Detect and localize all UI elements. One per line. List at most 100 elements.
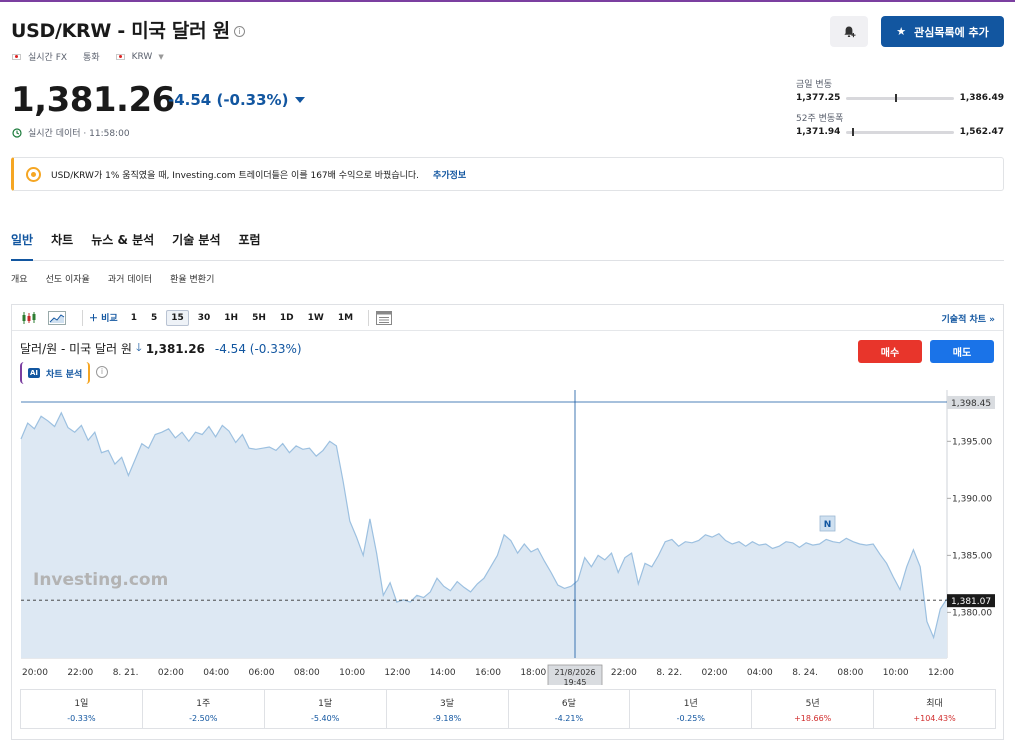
tab-news[interactable]: 뉴스 & 분석	[91, 231, 154, 261]
compare-button[interactable]: ＋ 비교	[89, 311, 118, 324]
meta-krw[interactable]: KRW	[132, 52, 153, 62]
ai-chart-analysis-button[interactable]: AI 차트 분석	[20, 362, 91, 384]
area-chart-icon[interactable]	[48, 309, 66, 327]
performance-period: 3달	[440, 699, 455, 709]
investing-watermark: Investing.com	[33, 570, 168, 590]
subtab-converter[interactable]: 환율 변환기	[170, 272, 214, 285]
x-tick-label: 22:00	[611, 668, 637, 678]
y-tick-label: 1,385.00	[952, 551, 992, 561]
x-tick-label: 10:00	[339, 668, 365, 678]
page-title-text: USD/KRW - 미국 달러 원	[11, 20, 230, 42]
price-change: -4.54 (-0.33%)	[168, 91, 306, 109]
x-tick-label: 20:00	[22, 668, 48, 678]
ai-badge: AI	[28, 368, 41, 378]
performance-bar: 1일 -0.33% 1주 -2.50% 1달 -5.40% 3달 -9.18% 6달 -4.21%…	[20, 689, 996, 729]
info-icon[interactable]: i	[233, 26, 245, 37]
performance-cell[interactable]: 최대 +104.43%	[874, 690, 995, 728]
performance-period: 1주	[196, 699, 211, 709]
performance-value: -5.40%	[311, 714, 340, 723]
week52-range-bar	[846, 127, 954, 136]
x-tick-label: 12:00	[928, 668, 954, 678]
main-tabs: 일반 차트 뉴스 & 분석 기술 분석 포럼	[11, 231, 1004, 261]
performance-cell[interactable]: 5년 +18.66%	[752, 690, 875, 728]
data-time-text: 실시간 데이터 · 11:58:00	[28, 129, 130, 139]
performance-value: -0.33%	[67, 714, 96, 723]
buy-button[interactable]: 매수	[858, 340, 922, 363]
performance-cell[interactable]: 1일 -0.33%	[21, 690, 143, 728]
instrument-meta: 실시간 FX 통화 KRW ▼	[12, 50, 164, 63]
news-marker-label: N	[824, 520, 832, 530]
candlestick-icon[interactable]	[20, 309, 38, 327]
crosshair-date: 21/8/2026	[554, 668, 595, 677]
performance-cell[interactable]: 1주 -2.50%	[143, 690, 265, 728]
performance-value: +104.43%	[913, 714, 956, 723]
sell-button[interactable]: 매도	[930, 340, 994, 363]
performance-value: -4.21%	[554, 714, 584, 723]
day-range: 금일 변동 1,377.25 1,386.49	[796, 77, 1004, 103]
chart-quote: 달러/원 - 미국 달러 원 🡓 1,381.26 -4.54 (-0.33%)	[20, 339, 302, 358]
performance-period: 최대	[926, 699, 943, 709]
performance-value: -9.18%	[432, 714, 462, 723]
interval-1w[interactable]: 1W	[303, 310, 329, 326]
day-range-label: 금일 변동	[796, 80, 832, 90]
interval-1m[interactable]: 1M	[333, 310, 358, 326]
performance-cell[interactable]: 6달 -4.21%	[509, 690, 631, 728]
clock-icon	[12, 127, 22, 138]
interval-1d[interactable]: 1D	[275, 310, 299, 326]
add-to-watchlist-button[interactable]: ★ 관심목록에 추가	[881, 16, 1004, 47]
x-tick-label: 02:00	[702, 668, 728, 678]
compare-label: 비교	[101, 314, 118, 324]
tab-technical[interactable]: 기술 분석	[172, 231, 220, 261]
x-tick-label: 14:00	[430, 668, 456, 678]
chart-change: -4.54 (-0.33%)	[214, 341, 302, 356]
arrow-down-icon: 🡓	[135, 341, 142, 354]
x-tick-label: 8. 24.	[792, 668, 818, 678]
price-chart[interactable]: Investing.com 1,380.00 1,385.00 1,390.00 1,…	[19, 390, 999, 685]
day-range-low: 1,377.25	[796, 93, 841, 103]
performance-value: -2.50%	[189, 714, 218, 723]
interval-5[interactable]: 5	[146, 310, 162, 326]
tab-general[interactable]: 일반	[11, 231, 34, 261]
x-tick-label: 06:00	[249, 668, 275, 678]
subtab-historical[interactable]: 과거 데이터	[108, 272, 152, 285]
subtab-forward-rates[interactable]: 선도 이자율	[46, 272, 90, 285]
performance-cell[interactable]: 3달 -9.18%	[387, 690, 509, 728]
performance-period: 1년	[683, 699, 698, 709]
interval-15[interactable]: 15	[166, 309, 189, 326]
interval-1h[interactable]: 1H	[219, 310, 243, 326]
target-icon	[26, 166, 41, 182]
down-arrow-icon	[295, 97, 306, 103]
y-tick-label: 1,395.00	[952, 437, 992, 447]
x-tick-label: 08:00	[837, 668, 863, 678]
week52-range-label: 52주 변동폭	[796, 114, 844, 124]
add-alert-button[interactable]	[830, 16, 868, 47]
sub-tabs: 개요 선도 이자율 과거 데이터 환율 변환기	[11, 272, 214, 285]
x-tick-label: 02:00	[158, 668, 184, 678]
chart-instrument-name: 달러/원 - 미국 달러 원	[20, 342, 132, 356]
bell-plus-icon	[844, 26, 856, 37]
day-range-bar	[846, 93, 954, 102]
y-tick-label: 1,390.00	[952, 494, 992, 504]
technical-chart-link[interactable]: 기술적 차트 »	[942, 312, 995, 325]
performance-value: -0.25%	[676, 714, 705, 723]
interval-30[interactable]: 30	[193, 310, 216, 326]
interval-5h[interactable]: 5H	[247, 310, 271, 326]
table-icon[interactable]	[375, 309, 393, 327]
performance-period: 1달	[318, 699, 333, 709]
interval-1[interactable]: 1	[126, 310, 142, 326]
info-icon[interactable]: i	[96, 366, 108, 378]
x-tick-label: 8. 21.	[113, 668, 139, 678]
performance-cell[interactable]: 1년 -0.25%	[630, 690, 753, 728]
ai-analysis-label: 차트 분석	[46, 369, 83, 380]
performance-value: +18.66%	[794, 714, 832, 723]
performance-cell[interactable]: 1달 -5.40%	[265, 690, 387, 728]
week52-range-high: 1,562.47	[959, 127, 1004, 137]
promo-more-link[interactable]: 추가정보	[433, 168, 466, 181]
top-accent-line	[0, 0, 1015, 2]
tab-chart[interactable]: 차트	[51, 231, 73, 261]
tab-forum[interactable]: 포럼	[239, 231, 261, 261]
x-tick-label: 08:00	[294, 668, 320, 678]
chevron-down-icon[interactable]: ▼	[158, 53, 163, 61]
subtab-overview[interactable]: 개요	[11, 272, 28, 285]
korea-flag-icon	[12, 53, 21, 60]
